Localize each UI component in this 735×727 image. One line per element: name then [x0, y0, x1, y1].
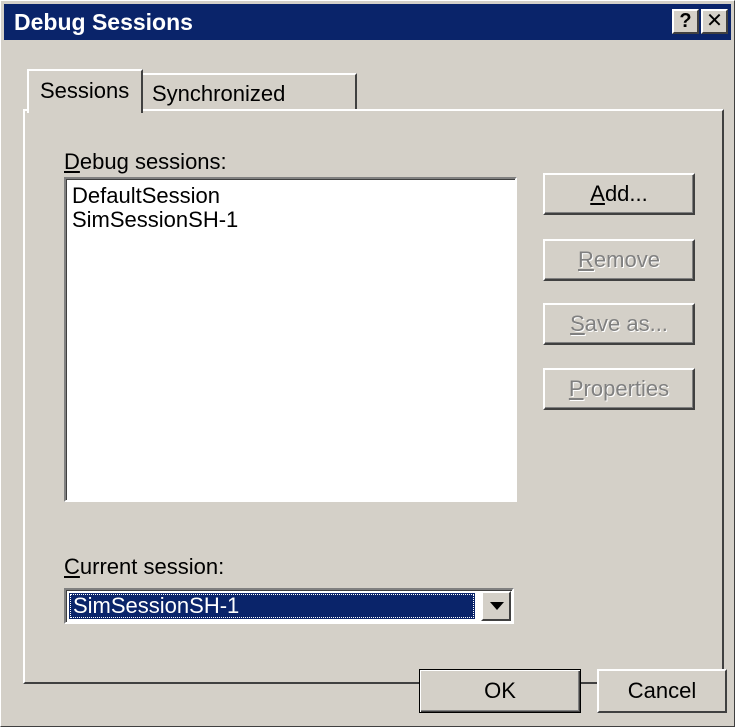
dropdown-button[interactable] — [481, 591, 511, 621]
list-item[interactable]: SimSessionSH-1 — [66, 208, 515, 232]
debug-sessions-label: Debug sessions: — [64, 149, 227, 174]
tab-sessions[interactable]: Sessions — [27, 69, 143, 113]
save-as-button[interactable]: Save as... — [543, 303, 695, 345]
tab-synchronized-debug[interactable]: Synchronized Debug — [141, 73, 357, 132]
help-button[interactable]: ? — [672, 9, 699, 34]
current-session-value: SimSessionSH-1 — [69, 593, 475, 619]
add-button[interactable]: Add... — [543, 173, 695, 215]
close-icon: ✕ — [706, 10, 723, 32]
current-session-select[interactable]: SimSessionSH-1 — [64, 588, 514, 624]
properties-button[interactable]: Properties — [543, 368, 695, 410]
remove-button[interactable]: Remove — [543, 239, 695, 281]
ok-button[interactable]: OK — [419, 669, 581, 713]
debug-sessions-list[interactable]: DefaultSession SimSessionSH-1 — [64, 177, 517, 502]
tab-sessions-label: Sessions — [40, 78, 130, 103]
cancel-button[interactable]: Cancel — [597, 669, 727, 713]
current-session-label: Current session: — [64, 554, 225, 579]
help-icon: ? — [679, 10, 692, 32]
chevron-down-icon — [490, 602, 504, 610]
window-title: Debug Sessions — [14, 9, 193, 35]
list-item[interactable]: DefaultSession — [66, 184, 515, 208]
title-bar[interactable]: Debug Sessions ? ✕ — [4, 4, 731, 40]
close-button[interactable]: ✕ — [701, 9, 728, 34]
debug-sessions-dialog: Debug Sessions ? ✕ Sessions Synchronized… — [0, 0, 735, 727]
